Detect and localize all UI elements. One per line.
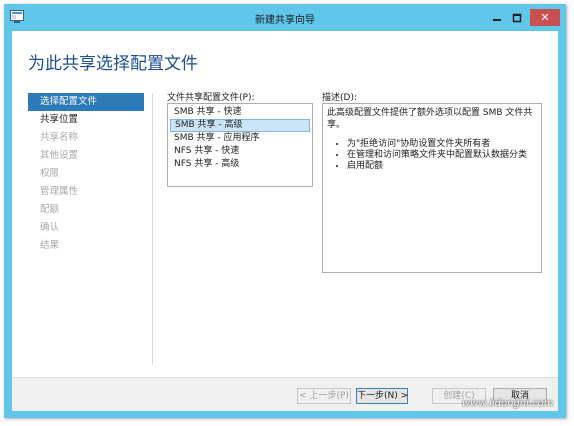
profile-nfs-advanced[interactable]: NFS 共享 - 高级 (170, 158, 310, 171)
close-icon: ✕ (540, 11, 550, 24)
nav-step-share-name: 共享名称 (40, 132, 79, 143)
next-button[interactable]: 下一步(N) > (356, 388, 408, 404)
close-button[interactable]: ✕ (530, 9, 560, 26)
wizard-window: 新建共享向导 ✕ 为此共享选择配置文件 选择配置文件 共享位置 共享名称 其他设… (4, 4, 566, 418)
page-title: 为此共享选择配置文件 (28, 54, 198, 74)
wizard-header: 为此共享选择配置文件 (12, 31, 558, 79)
description-bullets: 为"拒绝访问"协助设置文件夹所有者 在管理和访问策略文件夹中配置默认数据分类 启… (327, 139, 537, 172)
nav-step-management-properties: 管理属性 (40, 186, 79, 197)
description-box: 此高级配置文件提供了额外选项以配置 SMB 文件共享。 为"拒绝访问"协助设置文… (322, 103, 542, 273)
description-label: 描述(D): (322, 93, 357, 103)
minimize-icon (493, 18, 501, 21)
minimize-button[interactable] (488, 9, 506, 26)
nav-step-results: 结果 (40, 240, 60, 251)
wizard-content: 为此共享选择配置文件 选择配置文件 共享位置 共享名称 其他设置 权限 管理属性… (12, 31, 558, 411)
profile-smb-advanced[interactable]: SMB 共享 - 高级 (170, 119, 310, 132)
description-text: 此高级配置文件提供了额外选项以配置 SMB 文件共享。 (327, 108, 533, 130)
window-title: 新建共享向导 (255, 15, 315, 26)
title-bar[interactable]: 新建共享向导 ✕ (4, 4, 566, 31)
nav-step-select-profile[interactable]: 选择配置文件 (28, 93, 144, 111)
description-bullet: 为"拒绝访问"协助设置文件夹所有者 (347, 139, 537, 150)
nav-step-confirmation: 确认 (40, 222, 60, 233)
nav-step-permissions: 权限 (40, 168, 60, 179)
profile-smb-quick[interactable]: SMB 共享 - 快速 (170, 106, 310, 119)
description-bullet: 在管理和访问策略文件夹中配置默认数据分类 (347, 150, 537, 161)
previous-button[interactable]: < 上一步(P) (297, 388, 351, 404)
profiles-label: 文件共享配置文件(P): (167, 93, 255, 103)
nav-step-quota: 配额 (40, 204, 60, 215)
watermark: www.lidongni.com (462, 398, 554, 409)
profile-smb-applications[interactable]: SMB 共享 - 应用程序 (170, 132, 310, 145)
wizard-steps-nav: 选择配置文件 共享位置 共享名称 其他设置 权限 管理属性 配额 确认 结果 (28, 93, 153, 365)
nav-step-other-settings: 其他设置 (40, 150, 79, 161)
description-bullet: 启用配额 (347, 161, 537, 172)
maximize-button[interactable] (508, 9, 526, 26)
profile-nfs-quick[interactable]: NFS 共享 - 快速 (170, 145, 310, 158)
nav-step-share-location[interactable]: 共享位置 (28, 111, 152, 129)
profiles-listbox[interactable]: SMB 共享 - 快速 SMB 共享 - 高级 SMB 共享 - 应用程序 NF… (167, 103, 313, 187)
maximize-icon (512, 13, 522, 22)
